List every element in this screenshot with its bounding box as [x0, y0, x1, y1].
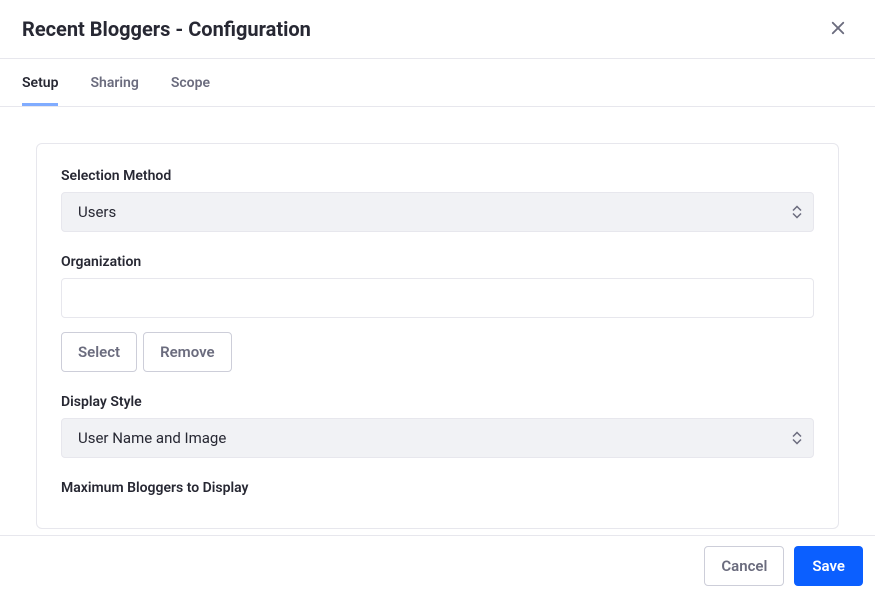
setup-panel: Selection Method Users Organization Sele… — [36, 143, 839, 529]
organization-label: Organization — [61, 254, 814, 270]
modal-body: Selection Method Users Organization Sele… — [0, 107, 875, 535]
tab-sharing[interactable]: Sharing — [90, 61, 138, 105]
save-button[interactable]: Save — [794, 546, 863, 586]
max-bloggers-group: Maximum Bloggers to Display — [61, 480, 814, 496]
organization-button-row: Select Remove — [61, 332, 814, 372]
close-icon — [829, 19, 847, 40]
remove-button[interactable]: Remove — [143, 332, 232, 372]
selection-method-select[interactable]: Users — [61, 192, 814, 232]
selection-method-label: Selection Method — [61, 168, 814, 184]
cancel-button[interactable]: Cancel — [704, 546, 784, 586]
selection-method-group: Selection Method Users — [61, 168, 814, 232]
selection-method-select-wrapper: Users — [61, 192, 814, 232]
display-style-select[interactable]: User Name and Image — [61, 418, 814, 458]
tab-setup[interactable]: Setup — [22, 61, 58, 105]
close-button[interactable] — [823, 13, 853, 46]
organization-input[interactable] — [61, 278, 814, 318]
tab-scope[interactable]: Scope — [171, 61, 210, 105]
tab-bar: Setup Sharing Scope — [0, 59, 875, 107]
max-bloggers-label: Maximum Bloggers to Display — [61, 480, 814, 496]
display-style-select-wrapper: User Name and Image — [61, 418, 814, 458]
display-style-group: Display Style User Name and Image — [61, 394, 814, 458]
modal-footer: Cancel Save — [0, 535, 875, 595]
modal-header: Recent Bloggers - Configuration — [0, 0, 875, 59]
modal-title: Recent Bloggers - Configuration — [22, 17, 311, 41]
organization-group: Organization Select Remove — [61, 254, 814, 372]
select-button[interactable]: Select — [61, 332, 137, 372]
display-style-label: Display Style — [61, 394, 814, 410]
